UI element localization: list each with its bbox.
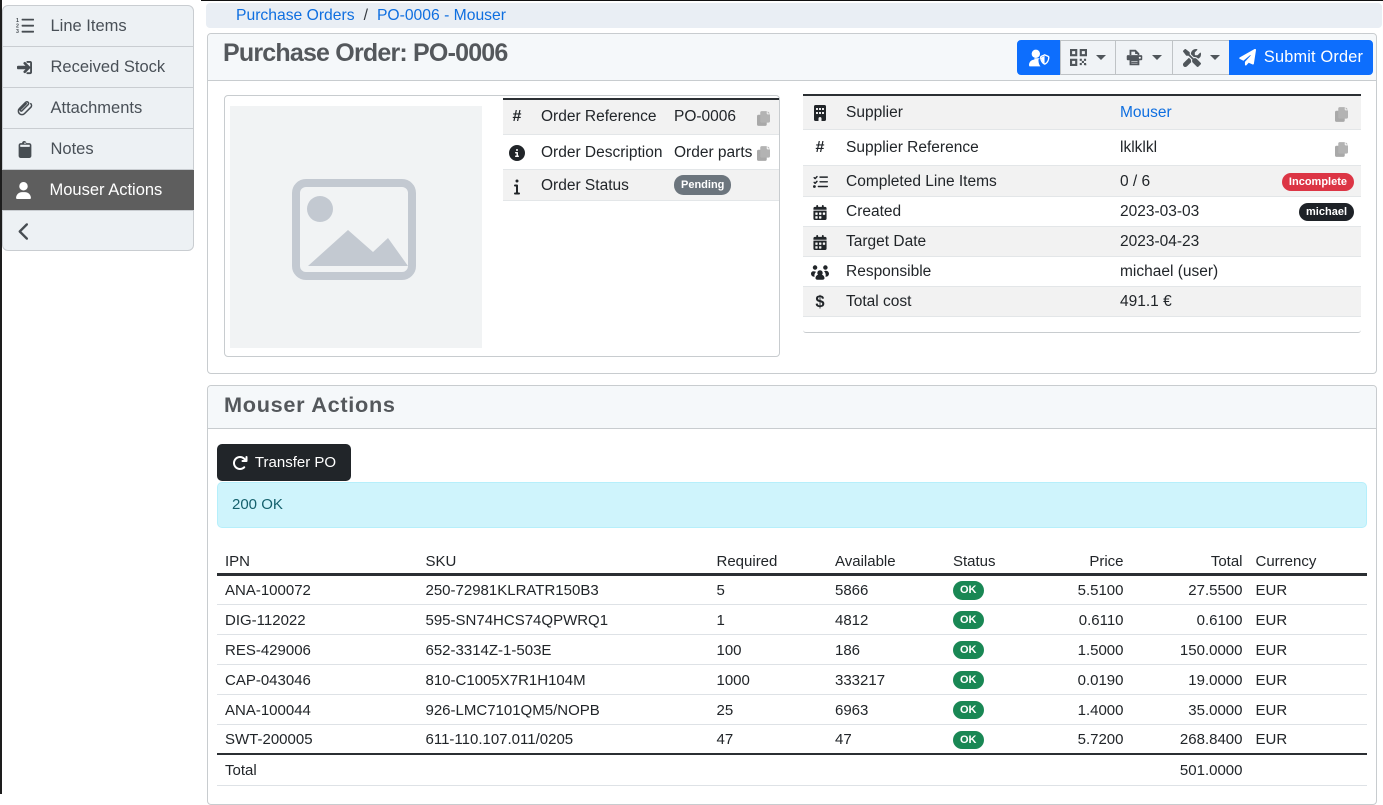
svg-text:2: 2 bbox=[16, 24, 19, 30]
svg-text:3: 3 bbox=[16, 29, 19, 34]
svg-text:1: 1 bbox=[16, 18, 19, 24]
